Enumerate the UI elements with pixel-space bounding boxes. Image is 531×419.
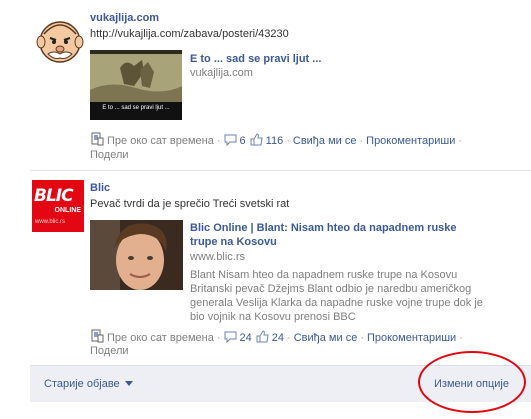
like-button[interactable]: Свиђа ми се [293, 135, 357, 147]
feed-post: vukajlija.com http://vukajlija.com/zabav… [0, 0, 531, 170]
post-author[interactable]: Blic [90, 182, 110, 194]
attachment-title[interactable]: Blic Online | Blant: Nisam hteo da napad… [190, 221, 457, 249]
comment-count[interactable]: 24 [240, 332, 252, 344]
attachment-thumbnail[interactable]: E to ... sad se pravi ljut ... [90, 50, 182, 120]
like-count[interactable]: 24 [272, 332, 284, 344]
attachment-image-caption: E to ... sad se pravi ljut ... [102, 105, 170, 111]
feed-post: BLIC ONLINE www.blic.rs Blic Pevač tvrdi… [0, 170, 531, 360]
older-posts-label: Старије објаве [44, 378, 120, 390]
attachment-host: vukajlija.com [190, 67, 253, 79]
attachment-thumbnail[interactable] [90, 220, 183, 290]
post-message: Pevač tvrdi da je sprečio Treći svetski … [90, 198, 290, 210]
blic-logo: BLIC ONLINE www.blic.rs [32, 180, 84, 232]
post-meta-row: Пре око сат времена · 24 24 · Свиђа ми се · П… [90, 329, 466, 344]
like-button[interactable]: Свиђа ми се [294, 332, 358, 344]
share-button[interactable]: Подели [90, 344, 129, 358]
post-link[interactable]: http://vukajlija.com/zabava/posteri/4323… [90, 28, 289, 40]
author-avatar[interactable]: BLIC ONLINE www.blic.rs [32, 180, 84, 232]
post-meta-row: Пре око сат времена · 6 116 · Свиђа ми се · П… [90, 132, 465, 147]
chevron-down-icon [124, 381, 133, 386]
older-posts-button[interactable]: Старије објаве [44, 378, 133, 390]
comment-icon[interactable] [224, 331, 237, 347]
post-time[interactable]: Пре око сат времена [107, 332, 214, 344]
comment-button[interactable]: Прокоментариши [366, 135, 455, 147]
thumbs-up-icon[interactable] [256, 330, 269, 347]
thumbs-up-icon[interactable] [250, 133, 263, 150]
like-count[interactable]: 116 [266, 135, 284, 147]
author-avatar[interactable] [34, 12, 86, 64]
attachment-description: Blant Nisam hteo da napadnem ruske trupe… [190, 269, 483, 323]
comment-count[interactable]: 6 [240, 135, 246, 147]
post-author[interactable]: vukajlija.com [90, 12, 159, 24]
attachment-host: www.blic.rs [190, 251, 246, 263]
post-time[interactable]: Пре око сат времена [107, 135, 214, 147]
annotation-circle [418, 351, 526, 413]
share-button[interactable]: Подели [90, 148, 129, 162]
comment-icon[interactable] [224, 134, 237, 150]
attachment-title[interactable]: E to ... sad se pravi ljut ... [190, 52, 321, 66]
comment-button[interactable]: Прокоментариши [367, 332, 456, 344]
